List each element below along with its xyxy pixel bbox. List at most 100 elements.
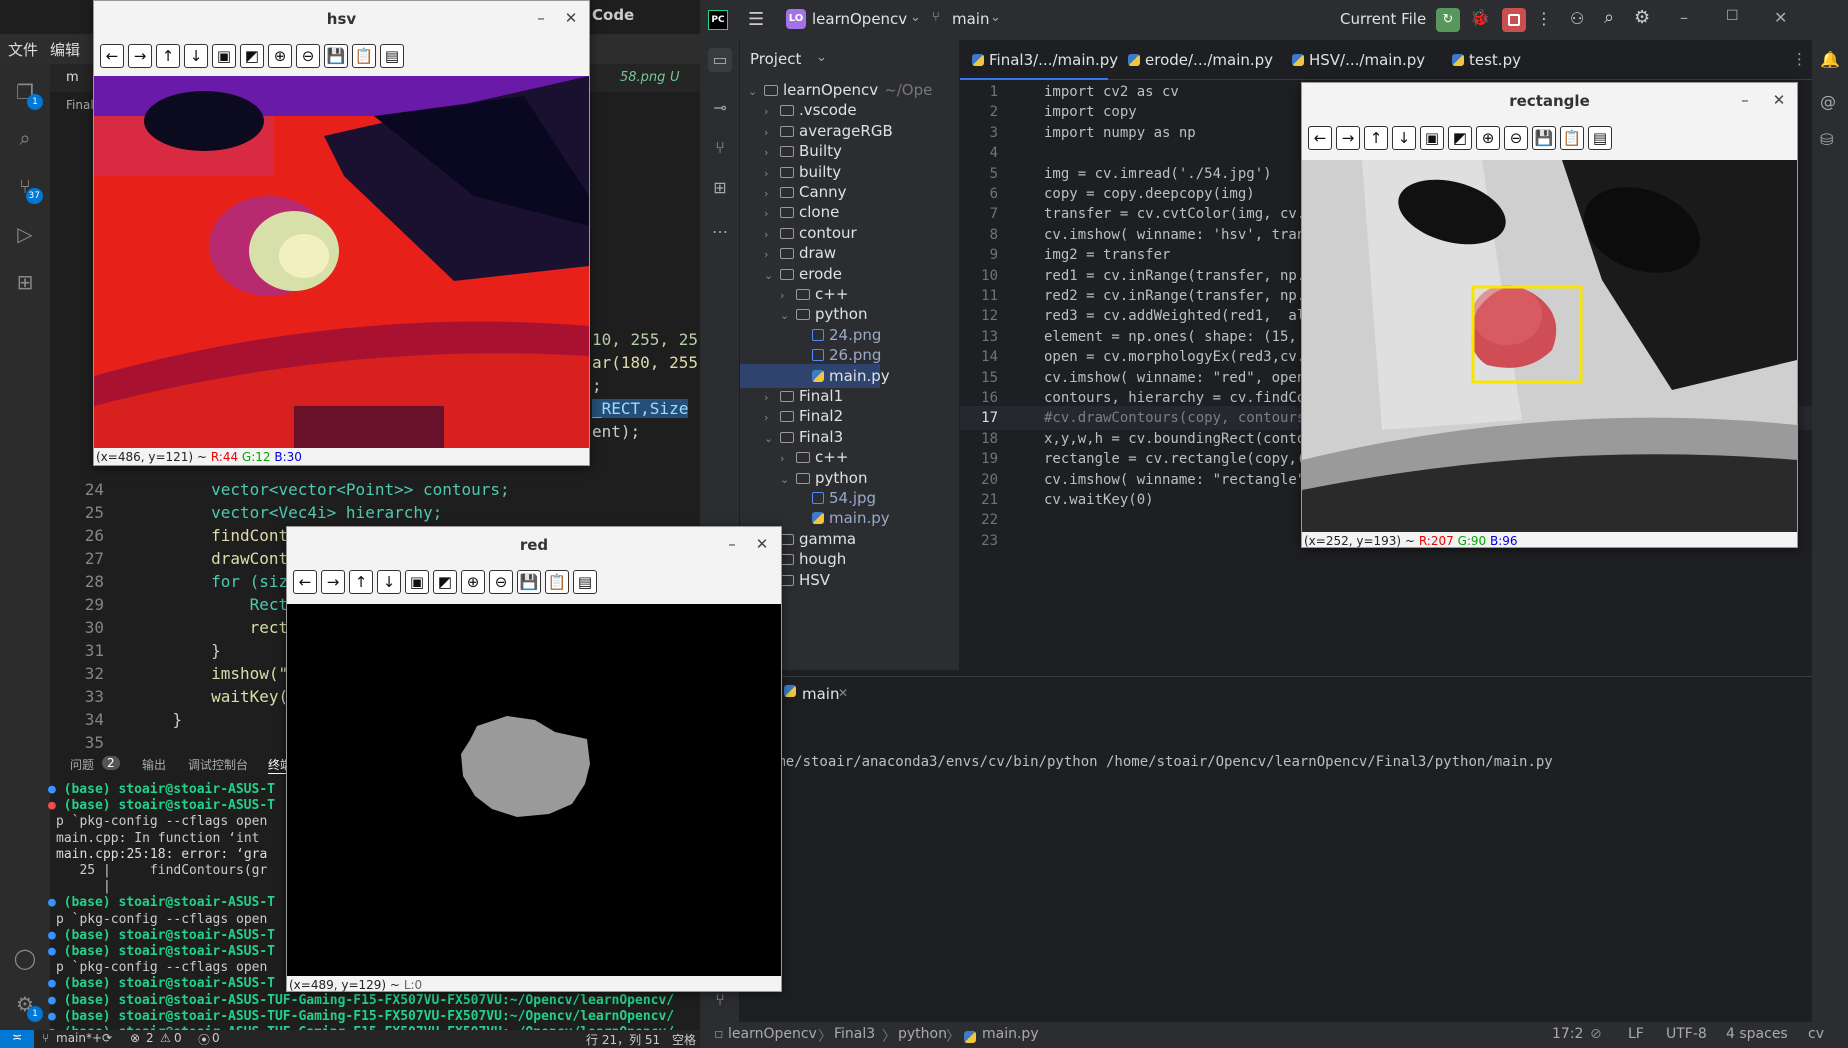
menu-edit[interactable]: 编辑	[50, 39, 80, 60]
copy-icon[interactable]: 📋	[352, 44, 376, 68]
warning-icon[interactable]: ⚠	[160, 1031, 171, 1045]
zoom-in-icon[interactable]: ⊕	[1476, 126, 1500, 150]
copy-icon[interactable]: 📋	[545, 570, 569, 594]
tab-debug-console[interactable]: 调试控制台	[188, 756, 248, 773]
zoom-out-icon[interactable]: ⊖	[296, 44, 320, 68]
zoom-fit-icon[interactable]: ▣	[212, 44, 236, 68]
run-console[interactable]: /home/stoair/anaconda3/envs/cv/bin/pytho…	[740, 714, 1812, 1030]
stop-icon[interactable]	[1502, 8, 1526, 32]
notifications-icon[interactable]: 🔔	[1820, 50, 1840, 69]
caret-position[interactable]: 17:2	[1552, 1026, 1583, 1042]
close-icon[interactable]: ✕	[751, 533, 773, 555]
run-tab-main[interactable]: main	[802, 685, 839, 703]
zoom-fit-icon[interactable]: ▣	[1420, 126, 1444, 150]
save-icon[interactable]: 💾	[517, 570, 541, 594]
debug-icon[interactable]: 🐞	[1470, 8, 1490, 27]
gear-icon[interactable]: ⚙ 1	[11, 990, 43, 1022]
minimize-icon[interactable]: –	[721, 533, 743, 555]
forward-icon[interactable]: →	[1336, 126, 1360, 150]
branch-name[interactable]: main*+	[56, 1031, 102, 1045]
add-user-icon[interactable]: ⚇	[1570, 9, 1584, 28]
menu-file[interactable]: 文件	[8, 39, 38, 60]
save-icon[interactable]: 💾	[1532, 126, 1556, 150]
copy-icon[interactable]: 📋	[1560, 126, 1584, 150]
source-control-icon[interactable]: ⑂ 37	[11, 172, 43, 204]
run-config-selector[interactable]: Current File	[1340, 10, 1426, 28]
pull-requests-icon[interactable]: ⑂	[708, 136, 732, 160]
back-icon[interactable]: ←	[1308, 126, 1332, 150]
gear-icon[interactable]: ⚙	[1634, 7, 1650, 28]
explorer-icon[interactable]: ❐ 1	[11, 78, 43, 110]
chevron-down-icon[interactable]: ⌄	[780, 468, 796, 492]
search-icon[interactable]: ⌕	[11, 124, 39, 152]
minimize-icon[interactable]: –	[1680, 8, 1688, 27]
ai-assistant-icon[interactable]: @	[1820, 92, 1836, 111]
python-interpreter[interactable]: cv	[1808, 1026, 1824, 1042]
zoom-in-icon[interactable]: ⊕	[461, 570, 485, 594]
zoom-original-icon[interactable]: ◩	[240, 44, 264, 68]
chevron-down-icon[interactable]: ⌄	[780, 304, 796, 328]
tab-erode-main[interactable]: erode/.../main.py	[1128, 40, 1273, 80]
main-menu-icon[interactable]: ☰	[748, 9, 764, 30]
cursor-position[interactable]: 行 21，列 51	[586, 1031, 660, 1048]
project-panel-title[interactable]: Project	[750, 50, 801, 68]
rectangle-image[interactable]	[1302, 160, 1797, 532]
up-icon[interactable]: ↑	[1364, 126, 1388, 150]
back-icon[interactable]: ←	[100, 44, 124, 68]
chevron-down-icon[interactable]: ⌄	[764, 264, 780, 288]
zoom-original-icon[interactable]: ◩	[1448, 126, 1472, 150]
remote-icon[interactable]: ≍	[0, 1030, 34, 1048]
zoom-out-icon[interactable]: ⊖	[1504, 126, 1528, 150]
chevron-down-icon[interactable]: ⌄	[764, 427, 780, 451]
account-icon[interactable]: ◯	[11, 944, 39, 972]
down-icon[interactable]: ↓	[377, 570, 401, 594]
crumb-python[interactable]: python	[898, 1026, 947, 1042]
readonly-icon[interactable]: ⊘	[1590, 1026, 1602, 1042]
branch-switcher[interactable]: main	[952, 10, 989, 28]
maximize-icon[interactable]: ☐	[1726, 8, 1739, 24]
chevron-down-icon[interactable]: ⌄	[748, 80, 764, 104]
minimize-icon[interactable]: –	[1734, 89, 1756, 111]
close-icon[interactable]: ✕	[1768, 89, 1790, 111]
zoom-in-icon[interactable]: ⊕	[268, 44, 292, 68]
search-icon[interactable]: ⌕	[1604, 7, 1614, 28]
tab-hsv-main[interactable]: HSV/.../main.py	[1292, 40, 1425, 80]
tab-output[interactable]: 输出	[142, 756, 166, 773]
extensions-icon[interactable]: ⊞	[11, 268, 39, 296]
sync-icon[interactable]: ⟳	[102, 1031, 112, 1045]
up-icon[interactable]: ↑	[156, 44, 180, 68]
database-icon[interactable]: ⛁	[1820, 130, 1833, 149]
hsv-image[interactable]	[94, 76, 589, 448]
down-icon[interactable]: ↓	[1392, 126, 1416, 150]
zoom-original-icon[interactable]: ◩	[433, 570, 457, 594]
more-icon[interactable]: ⋮	[1792, 50, 1807, 68]
back-icon[interactable]: ←	[293, 570, 317, 594]
close-icon[interactable]: ✕	[560, 7, 582, 29]
tab-final3-main[interactable]: Final3/.../main.py	[960, 40, 1118, 80]
tab-test[interactable]: test.py	[1452, 40, 1521, 80]
properties-icon[interactable]: ▤	[573, 570, 597, 594]
project-switcher[interactable]: learnOpencv	[812, 10, 907, 28]
commit-icon[interactable]: ⊸	[708, 96, 732, 120]
line-separator[interactable]: LF	[1628, 1026, 1644, 1042]
red-mask-image[interactable]	[287, 604, 781, 976]
structure-icon[interactable]: ⊞	[708, 176, 732, 200]
tab-problems[interactable]: 问题	[70, 756, 94, 773]
file-encoding[interactable]: UTF-8	[1666, 1026, 1707, 1042]
down-icon[interactable]: ↓	[184, 44, 208, 68]
crumb-final3[interactable]: Final3	[834, 1026, 875, 1042]
properties-icon[interactable]: ▤	[1588, 126, 1612, 150]
rerun-icon[interactable]: ↻	[1436, 8, 1460, 32]
close-icon[interactable]: ✕	[1774, 8, 1787, 27]
indentation[interactable]: 空格	[672, 1031, 696, 1048]
zoom-out-icon[interactable]: ⊖	[489, 570, 513, 594]
run-debug-icon[interactable]: ▷	[11, 220, 39, 248]
more-tools-icon[interactable]: …	[708, 216, 732, 240]
properties-icon[interactable]: ▤	[380, 44, 404, 68]
crumb-project[interactable]: learnOpencv	[728, 1026, 817, 1042]
crumb-file[interactable]: main.py	[982, 1026, 1039, 1042]
more-icon[interactable]: ⋮	[1536, 9, 1552, 28]
forward-icon[interactable]: →	[128, 44, 152, 68]
branch-icon[interactable]: ⑂	[42, 1031, 49, 1045]
save-icon[interactable]: 💾	[324, 44, 348, 68]
